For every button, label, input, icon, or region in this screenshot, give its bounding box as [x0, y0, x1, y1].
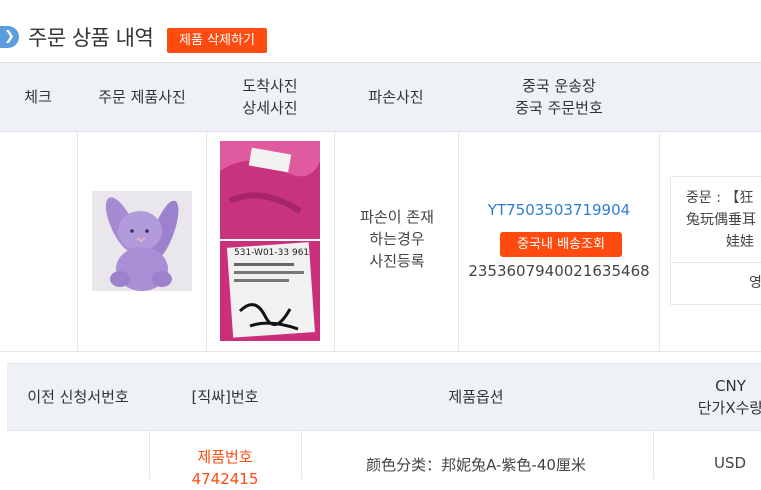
col-product-options: 제품옵션 — [448, 388, 504, 406]
damage-text-line1: 파손이 존재 — [360, 208, 434, 226]
column-divider — [206, 131, 207, 351]
product-name-line2: 兔玩偶垂耳 — [686, 212, 756, 228]
col-cny-line1: CNY — [715, 377, 746, 395]
product-number-link[interactable]: 제품번호 4742415 — [150, 446, 300, 490]
product-name-box: 중문 : 【狂 兔玩偶垂耳 娃娃 영 — [670, 176, 761, 305]
col-product-photo: 주문 제품사진 — [98, 88, 186, 106]
col-damage-photo: 파손사진 — [368, 88, 424, 106]
product-name-line3: 娃娃 — [726, 234, 754, 250]
col-check: 체크 — [24, 88, 52, 106]
order-table-header: 체크 주문 제품사진 도착사진 상세사진 파손사진 중국 운송장 중국 주문번호 — [0, 62, 761, 132]
delete-product-button[interactable]: 제품 삭제하기 — [167, 28, 267, 53]
currency-label: USD — [713, 454, 747, 472]
tracking-number-link[interactable]: YT7503503719904 — [460, 201, 658, 219]
column-divider — [659, 131, 660, 351]
section-title: 주문 상품 내역 — [28, 26, 154, 50]
arrival-photo[interactable]: 531-W01-33 961 — [220, 141, 320, 341]
col-shipping-line1: 중국 운송장 — [522, 77, 596, 95]
product-name-divider — [671, 262, 761, 263]
col-arrival-photo-line2: 상세사진 — [242, 99, 298, 117]
china-order-number: 2353607940021635468 — [468, 262, 650, 280]
column-divider — [77, 131, 78, 351]
damage-text-line2: 하는경우 — [369, 230, 425, 248]
product-option-text: 颜色分类：邦妮兔A-紫色-40厘米 — [366, 456, 586, 474]
col-arrival-photo-line1: 도착사진 — [242, 77, 298, 95]
col-direct-number: [직싸]번호 — [191, 388, 259, 406]
section-header: ❯ 주문 상품 내역 제품 삭제하기 — [0, 0, 761, 62]
col-prev-application: 이전 신청서번호 — [27, 388, 129, 406]
col-cny: CNY 단가X수량 — [653, 364, 761, 430]
col-cny-line2: 단가X수량 — [697, 399, 761, 417]
chevron-right-icon: ❯ — [0, 26, 19, 48]
product-number-label: 제품번호 — [197, 448, 253, 466]
column-divider — [458, 131, 459, 351]
column-divider — [334, 131, 335, 351]
product-number-value: 4742415 — [191, 470, 259, 488]
col-arrival-photo: 도착사진 상세사진 — [207, 63, 333, 131]
svg-text:531-W01-33 961: 531-W01-33 961 — [234, 248, 309, 258]
option-table-header: 이전 신청서번호 [직싸]번호 제품옵션 CNY 단가X수량 — [7, 363, 761, 431]
damage-photo-placeholder[interactable]: 파손이 존재 하는경우 사진등록 — [336, 206, 458, 272]
product-name-korean: 영 — [749, 275, 761, 291]
col-shipping: 중국 운송장 중국 주문번호 — [459, 63, 659, 131]
column-divider — [653, 430, 654, 479]
damage-text-line3: 사진등록 — [369, 252, 425, 270]
product-name-line1: 중문 : 【狂 — [686, 190, 754, 206]
col-shipping-line2: 중국 주문번호 — [515, 99, 603, 117]
product-name-text: 중문 : 【狂 兔玩偶垂耳 娃娃 — [686, 187, 761, 253]
product-photo[interactable] — [92, 191, 192, 291]
china-tracking-button[interactable]: 중국내 배송조회 — [500, 232, 622, 257]
order-table-row: 531-W01-33 961 파손이 존재 하는경우 사진등록 YT750350… — [0, 131, 761, 352]
option-table-row: 제품번호 4742415 颜色分类：邦妮兔A-紫色-40厘米 USD — [7, 430, 761, 488]
